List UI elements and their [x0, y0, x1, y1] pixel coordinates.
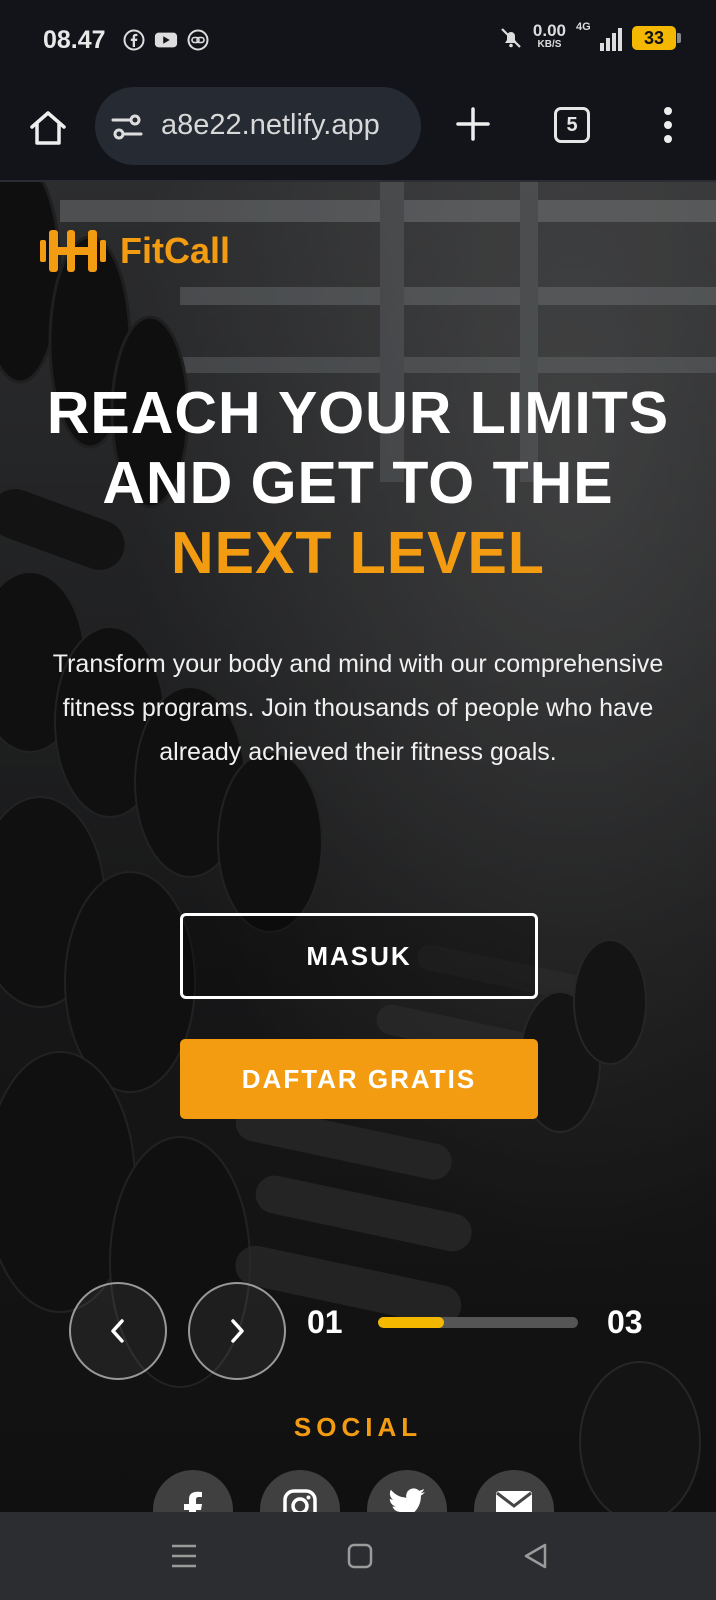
signal-icon: 4G [576, 21, 622, 51]
status-system-icons: 0.00 KB/S 4G 33 [499, 21, 681, 52]
address-bar[interactable]: a8e22.netlify.app [95, 87, 421, 165]
hero-description: Transform your body and mind with our co… [52, 650, 664, 766]
url-text: a8e22.netlify.app [161, 109, 380, 141]
dumbbell-logo-icon [40, 230, 106, 272]
brand-logo[interactable]: FitCall [40, 226, 230, 276]
slider-next-button[interactable] [188, 1282, 286, 1380]
facebook-icon [122, 29, 146, 51]
slider-prev-button[interactable] [69, 1282, 167, 1380]
tab-switcher-button[interactable]: 5 [554, 107, 590, 143]
more-vertical-icon [664, 107, 672, 143]
plus-icon [456, 107, 490, 141]
status-bar: 08.47 0.00 KB/S 4G 33 [0, 0, 716, 84]
chevron-left-icon [111, 1319, 124, 1343]
facebook-icon [184, 1491, 202, 1512]
slide-current: 01 [307, 1304, 343, 1340]
headline-line-2: AND GET TO THE [102, 450, 614, 516]
social-instagram-button[interactable] [260, 1470, 340, 1512]
browser-menu-button[interactable] [654, 105, 682, 145]
mute-bell-icon [499, 27, 523, 49]
slide-progress-fill [378, 1317, 444, 1328]
brand-name: FitCall [120, 230, 231, 271]
social-mail-button[interactable] [474, 1470, 554, 1512]
system-navigation-bar [0, 1512, 716, 1600]
home-nav-icon[interactable] [347, 1542, 373, 1570]
recent-apps-icon[interactable] [170, 1542, 198, 1570]
site-settings-icon[interactable] [111, 113, 143, 141]
instagram-icon [283, 1489, 317, 1512]
youtube-icon [154, 29, 178, 51]
back-nav-icon[interactable] [522, 1542, 550, 1570]
link-icon [186, 29, 210, 51]
social-twitter-button[interactable] [367, 1470, 447, 1512]
slide-total: 03 [607, 1304, 643, 1340]
net-speed: 0.00 KB/S [532, 21, 566, 52]
net-speed-unit: KB/S [537, 39, 562, 50]
mail-icon [496, 1491, 532, 1512]
register-button[interactable]: DAFTAR GRATIS [180, 1039, 538, 1119]
net-speed-value: 0.00 [532, 21, 566, 40]
social-title: SOCIAL [293, 1412, 423, 1442]
browser-toolbar: a8e22.netlify.app 5 [0, 84, 716, 182]
social-facebook-button[interactable] [153, 1470, 233, 1512]
chevron-right-icon [231, 1319, 244, 1343]
home-icon [30, 111, 66, 145]
battery-indicator: 33 [632, 26, 681, 50]
login-button[interactable]: MASUK [180, 913, 538, 999]
slide-progress [378, 1317, 578, 1328]
home-button[interactable] [26, 106, 70, 150]
status-notification-icons [122, 29, 210, 51]
social-links [0, 1470, 716, 1512]
twitter-icon [389, 1488, 425, 1512]
network-type: 4G [576, 21, 591, 33]
headline-accent: NEXT LEVEL [171, 520, 545, 586]
headline-line-1: REACH YOUR LIMITS [46, 380, 670, 446]
hero-section: FitCall REACH YOUR LIMITS AND GET TO THE… [0, 182, 716, 1512]
hero-headline: REACH YOUR LIMITS AND GET TO THE NEXT LE… [0, 378, 716, 588]
status-time: 08.47 [43, 26, 106, 54]
new-tab-button[interactable] [455, 106, 491, 142]
